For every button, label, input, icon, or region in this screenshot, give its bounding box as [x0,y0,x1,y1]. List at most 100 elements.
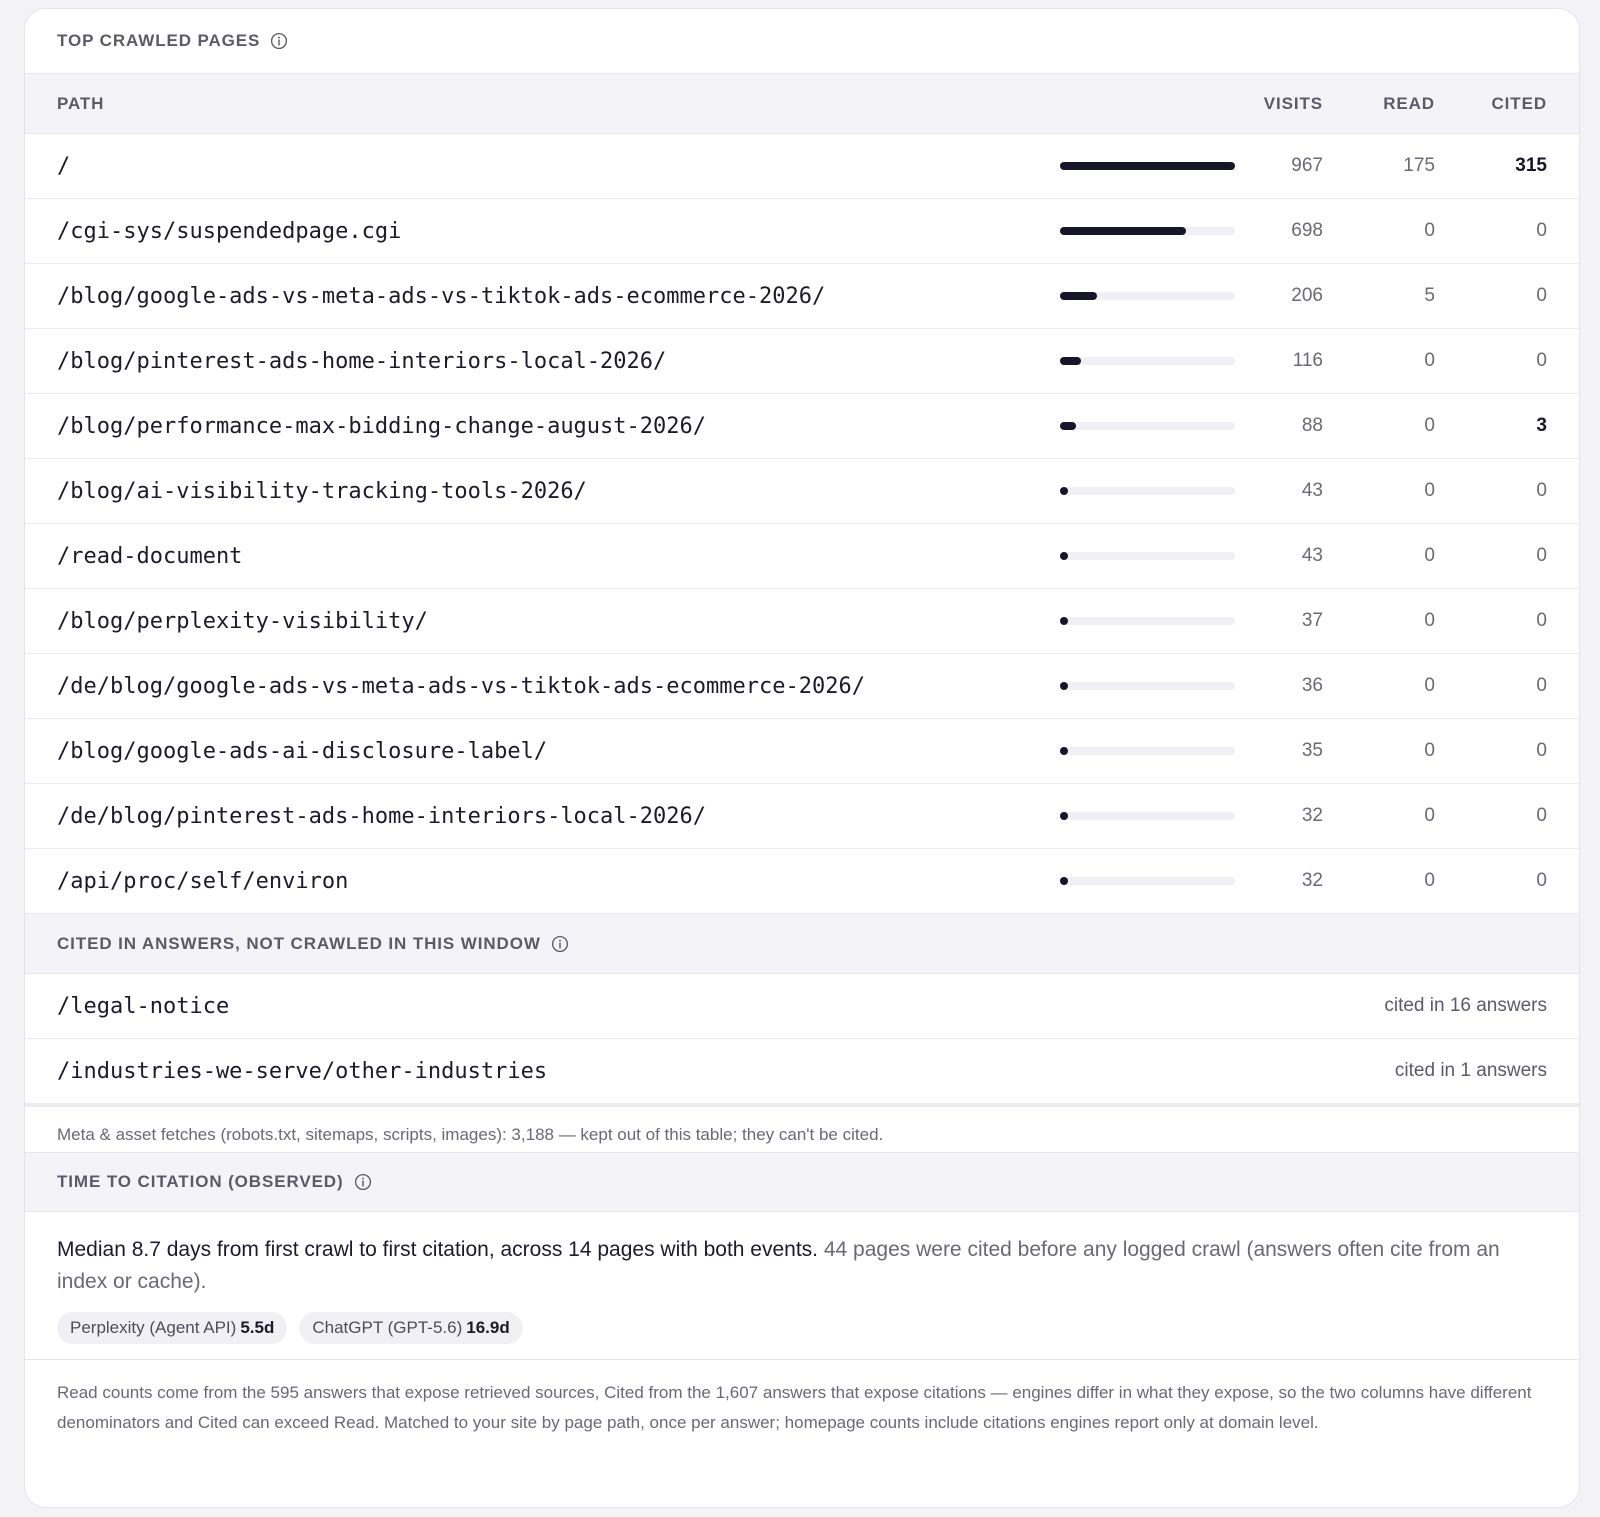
visits-bar-track [1060,812,1235,820]
cited-cell: 0 [1536,220,1547,241]
visits-bar-fill [1060,487,1068,495]
visits-cell: 35 [1301,740,1323,761]
visits-bar-fill [1060,552,1068,560]
table-row[interactable]: /blog/ai-visibility-tracking-tools-2026/… [25,459,1579,524]
table-row[interactable]: /blog/pinterest-ads-home-interiors-local… [25,329,1579,394]
read-cell: 5 [1424,285,1435,306]
read-cell: 0 [1424,350,1435,371]
path-cell: /cgi-sys/suspendedpage.cgi [57,218,402,244]
table-row[interactable]: / 967 175 315 [25,134,1579,199]
column-header-visits[interactable]: VISITS [1233,94,1323,114]
visits-bar-track [1060,552,1235,560]
chip-value: 16.9d [466,1318,510,1337]
read-cell: 0 [1424,415,1435,436]
table-row[interactable]: /cgi-sys/suspendedpage.cgi 698 0 0 [25,199,1579,264]
cited-cell: 3 [1536,415,1547,436]
engine-chips: Perplexity (Agent API) 5.5d ChatGPT (GPT-… [57,1312,1547,1344]
visits-cell: 43 [1301,480,1323,501]
read-cell: 0 [1424,545,1435,566]
path-cell: /de/blog/pinterest-ads-home-interiors-lo… [57,803,707,829]
visits-bar-track [1060,162,1235,170]
read-cell: 0 [1424,740,1435,761]
table-row[interactable]: /blog/google-ads-vs-meta-ads-vs-tiktok-a… [25,264,1579,329]
path-cell: /blog/performance-max-bidding-change-aug… [57,413,707,439]
path-cell: /read-document [57,543,243,569]
time-to-citation-body: Median 8.7 days from first crawl to firs… [25,1212,1579,1360]
visits-bar-fill [1060,292,1097,300]
visits-bar-fill [1060,747,1068,755]
list-item[interactable]: /industries-we-serve/other-industries ci… [25,1039,1579,1104]
chip-label: ChatGPT (GPT-5.6) [312,1318,463,1337]
info-icon[interactable] [551,935,569,953]
visits-cell: 32 [1301,805,1323,826]
visits-bar-track [1060,227,1235,235]
path-cell: /api/proc/self/environ [57,868,349,894]
visits-bar-track [1060,422,1235,430]
column-header-read[interactable]: READ [1323,94,1435,114]
footer-note: Read counts come from the 595 answers th… [57,1383,1532,1432]
cited-cell: 0 [1536,545,1547,566]
table-row[interactable]: /blog/perplexity-visibility/37 0 0 [25,589,1579,654]
visits-cell: 116 [1292,350,1323,371]
visits-bar-track [1060,357,1235,365]
cited-cell: 0 [1536,870,1547,891]
read-cell: 0 [1424,610,1435,631]
cited-cell: 0 [1536,480,1547,501]
visits-bar-track [1060,617,1235,625]
list-item[interactable]: /legal-notice cited in 16 answers [25,974,1579,1039]
path-cell: /blog/ai-visibility-tracking-tools-2026/ [57,478,587,504]
top-crawled-pages-card: TOP CRAWLED PAGES PATH VISITS READ CITED… [24,8,1580,1508]
cited-not-crawled-header: CITED IN ANSWERS, NOT CRAWLED IN THIS WI… [25,914,1579,974]
top-crawled-header: TOP CRAWLED PAGES [25,9,1579,74]
table-row[interactable]: /de/blog/google-ads-vs-meta-ads-vs-tikto… [25,654,1579,719]
time-to-citation-title: TIME TO CITATION (OBSERVED) [57,1172,344,1191]
read-cell: 0 [1424,220,1435,241]
visits-bar-fill [1060,162,1235,170]
cited-cell: 0 [1536,610,1547,631]
path-cell: /blog/google-ads-vs-meta-ads-vs-tiktok-a… [57,283,826,309]
time-to-citation-header: TIME TO CITATION (OBSERVED) [25,1152,1579,1212]
info-icon[interactable] [270,32,288,50]
visits-bar-track [1060,292,1235,300]
engine-chip-chatgpt: ChatGPT (GPT-5.6) 16.9d [299,1312,523,1344]
cited-path: /legal-notice [57,993,230,1019]
cited-cell: 0 [1536,805,1547,826]
meta-asset-note: Meta & asset fetches (robots.txt, sitema… [25,1104,1579,1152]
table-row[interactable]: /blog/google-ads-ai-disclosure-label/35 0… [25,719,1579,784]
visits-bar-fill [1060,617,1068,625]
read-cell: 175 [1403,155,1435,176]
path-cell: /de/blog/google-ads-vs-meta-ads-vs-tikto… [57,673,865,699]
column-header-cited[interactable]: CITED [1435,94,1547,114]
visits-bar-track [1060,747,1235,755]
column-header-path[interactable]: PATH [57,94,1233,114]
visits-bar-fill [1060,877,1068,885]
top-crawled-title: TOP CRAWLED PAGES [57,31,261,50]
table-row[interactable]: /blog/performance-max-bidding-change-aug… [25,394,1579,459]
path-cell: /blog/pinterest-ads-home-interiors-local… [57,348,667,374]
cited-not-crawled-title: CITED IN ANSWERS, NOT CRAWLED IN THIS WI… [57,933,541,953]
path-cell: /blog/google-ads-ai-disclosure-label/ [57,738,548,764]
table-row[interactable]: /de/blog/pinterest-ads-home-interiors-lo… [25,784,1579,849]
table-row[interactable]: /read-document 43 0 0 [25,524,1579,589]
visits-cell: 698 [1291,220,1323,241]
visits-bar-fill [1060,422,1076,430]
cited-cell: 0 [1536,350,1547,371]
visits-bar-track [1060,487,1235,495]
table-row[interactable]: /api/proc/self/environ 32 0 0 [25,849,1579,914]
visits-bar-fill [1060,227,1186,235]
cited-count-note: cited in 16 answers [1384,995,1547,1016]
path-cell: /blog/perplexity-visibility/ [57,608,428,634]
cited-cell: 0 [1536,740,1547,761]
visits-cell: 37 [1301,610,1323,631]
table-column-headers: PATH VISITS READ CITED [25,74,1579,134]
cited-cell: 0 [1536,285,1547,306]
visits-cell: 206 [1291,285,1323,306]
visits-cell: 36 [1301,675,1323,696]
path-cell: / [57,153,71,179]
visits-bar-track [1060,682,1235,690]
read-cell: 0 [1424,480,1435,501]
crawled-pages-table-body: / 967 175 315/cgi-sys/suspendedpage.cgi 698 0… [25,134,1579,914]
info-icon[interactable] [354,1173,372,1191]
visits-bar-fill [1060,357,1081,365]
visits-bar-fill [1060,682,1068,690]
